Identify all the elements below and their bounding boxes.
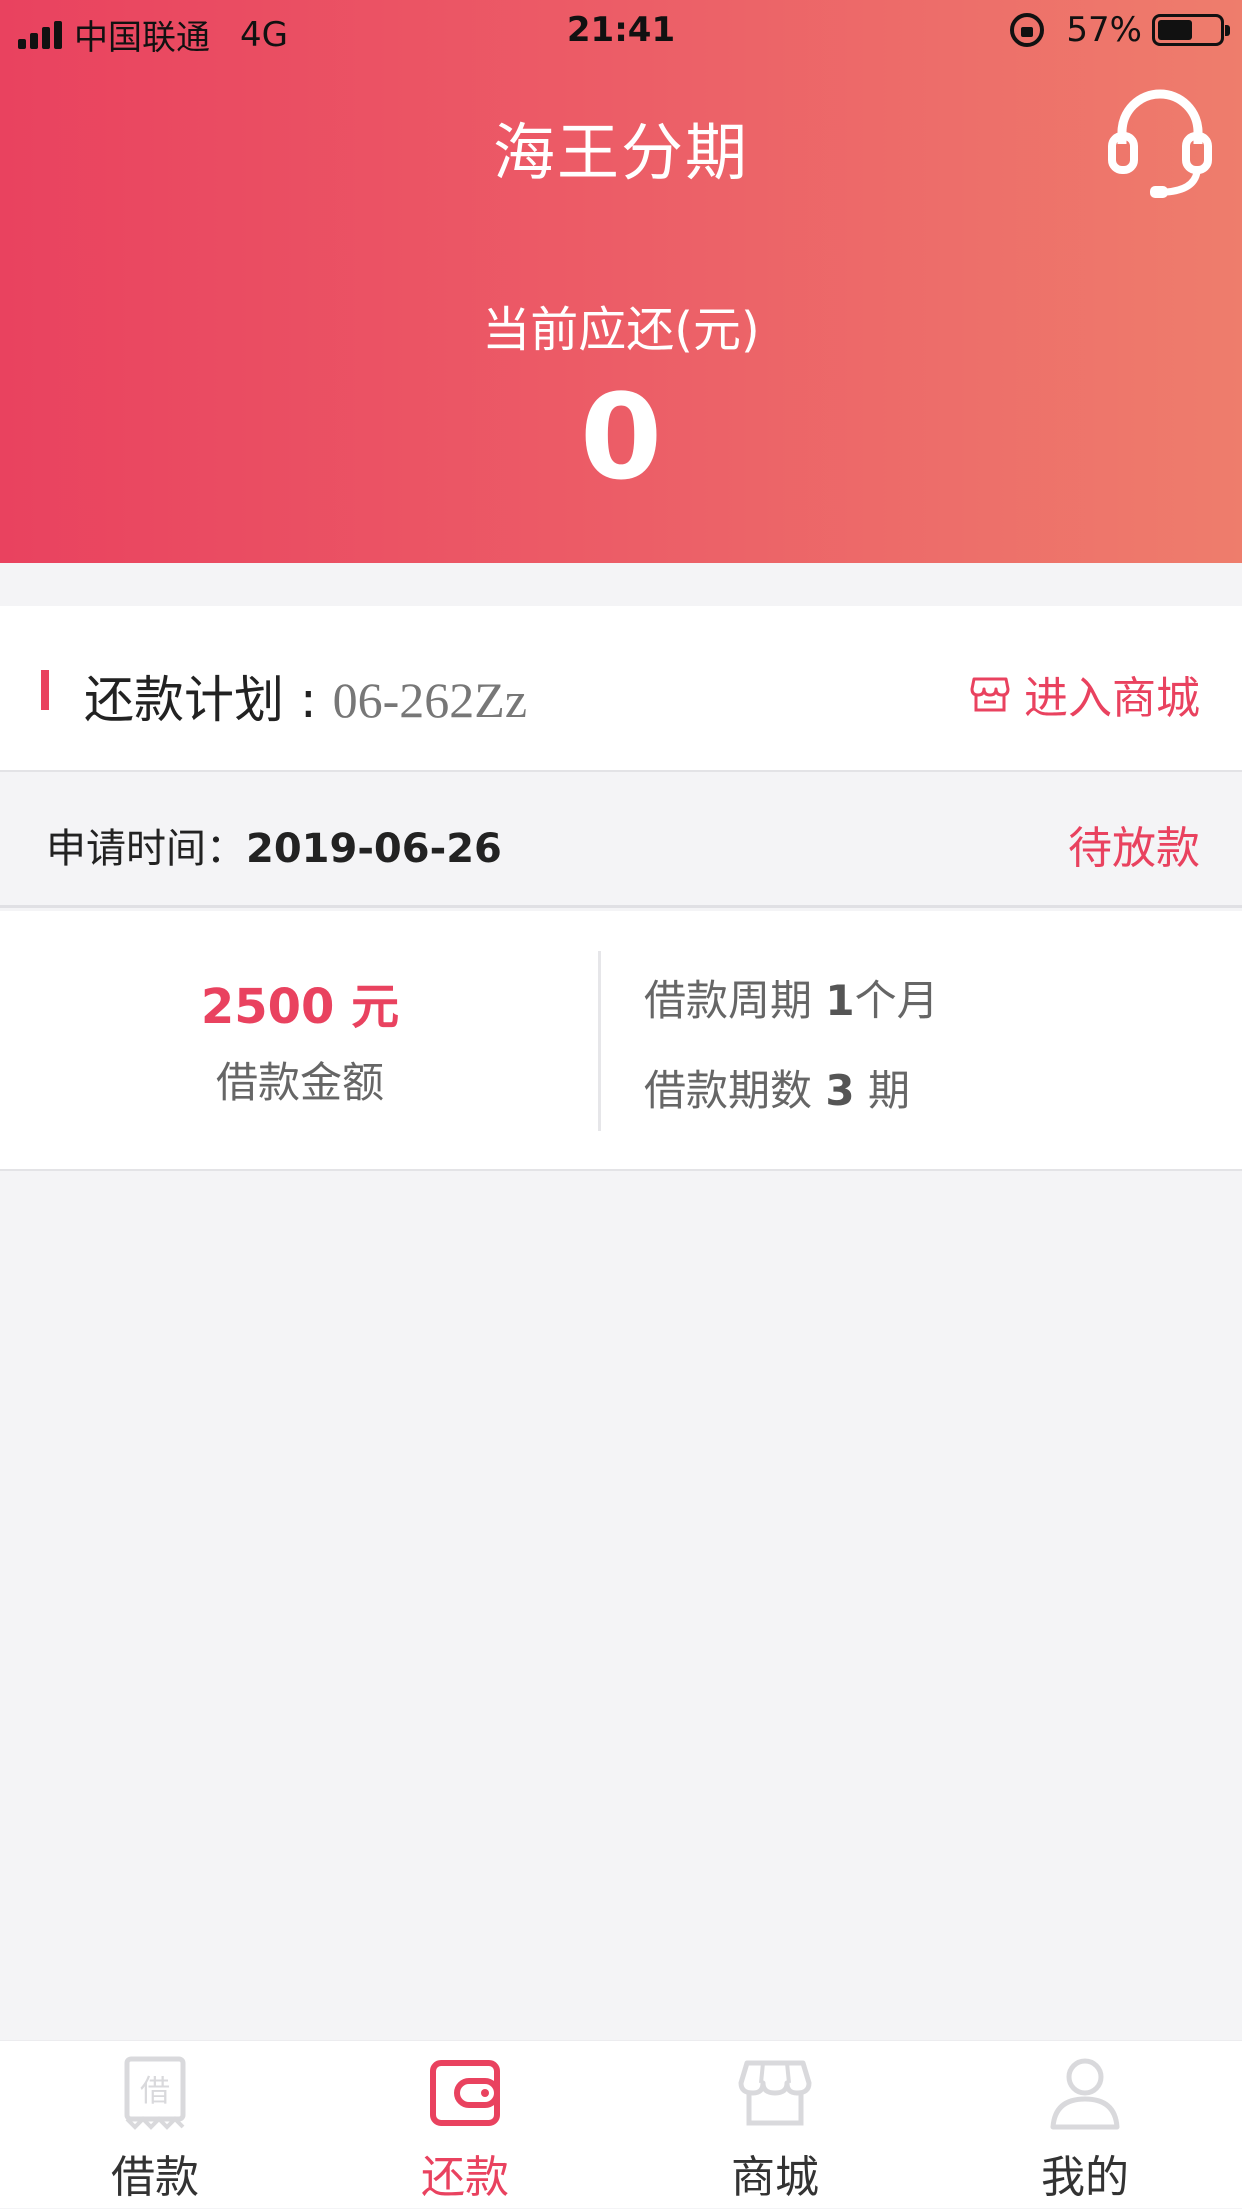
plan-label: 还款计划 : — [84, 671, 333, 729]
tab-borrow-label: 借款 — [111, 2152, 199, 2203]
status-badge: 待放款 — [1068, 823, 1200, 874]
loan-count-value: 3 — [825, 1066, 855, 1115]
loan-count-unit: 期 — [854, 1066, 910, 1115]
loan-info-card[interactable]: 2500 元 借款金额 借款周期 1个月 借款期数 3 期 — [0, 911, 1242, 1171]
tab-bar: 借 借款 还款 商城 我的 — [0, 2040, 1242, 2208]
wallet-icon — [430, 2060, 500, 2126]
tab-mall[interactable]: 商城 — [620, 2041, 930, 2209]
due-label: 当前应还(元) — [482, 302, 760, 358]
borrow-icon: 借 — [124, 2056, 186, 2130]
enter-mall-link[interactable]: 进入商城 — [970, 662, 1200, 726]
divider — [598, 951, 601, 1131]
application-row: 申请时间：2019-06-26 待放款 — [0, 772, 1242, 908]
plan-title: 还款计划 : 06-262Zz — [84, 660, 527, 732]
loan-period-value: 1 — [825, 976, 855, 1025]
battery-percent: 57% — [1066, 10, 1142, 50]
app-title: 海王分期 — [492, 116, 749, 189]
repayment-plan-row: 还款计划 : 06-262Zz 进入商城 — [0, 606, 1242, 772]
loan-amount: 2500 元 — [200, 979, 400, 1035]
status-bar: 中国联通 4G 21:41 57% — [0, 0, 1242, 64]
apply-date: 2019-06-26 — [246, 826, 502, 872]
loan-period: 借款周期 1个月 — [644, 967, 939, 1028]
headset-icon[interactable] — [1108, 88, 1212, 200]
due-amount: 0 — [579, 368, 663, 506]
tab-borrow[interactable]: 借 借款 — [0, 2041, 310, 2209]
apply-time: 申请时间：2019-06-26 — [46, 816, 502, 874]
tab-mall-label: 商城 — [731, 2152, 819, 2203]
loan-amount-label: 借款金额 — [215, 1058, 384, 1107]
tab-mine[interactable]: 我的 — [930, 2041, 1240, 2209]
store-icon — [738, 2060, 812, 2126]
svg-text:借: 借 — [140, 2074, 170, 2109]
battery-icon — [1152, 14, 1230, 46]
loan-count-label: 借款期数 — [644, 1066, 826, 1115]
tab-mine-label: 我的 — [1041, 2152, 1129, 2203]
loan-count: 借款期数 3 期 — [644, 1057, 910, 1118]
user-icon — [1050, 2058, 1120, 2130]
tab-repay[interactable]: 还款 — [310, 2041, 620, 2209]
loan-period-unit: 个月 — [854, 976, 939, 1025]
plan-code: 06-262Zz — [332, 672, 528, 728]
tab-repay-label: 还款 — [421, 2152, 509, 2203]
enter-mall-label: 进入商城 — [1024, 673, 1200, 724]
apply-time-label: 申请时间： — [46, 826, 246, 872]
accent-bar — [41, 670, 49, 710]
header: 中国联通 4G 21:41 57% 海王分期 当前应还(元) 0 — [0, 0, 1242, 563]
store-icon — [970, 677, 1010, 712]
rotation-lock-icon — [1010, 13, 1045, 47]
loan-period-label: 借款周期 — [644, 976, 826, 1025]
